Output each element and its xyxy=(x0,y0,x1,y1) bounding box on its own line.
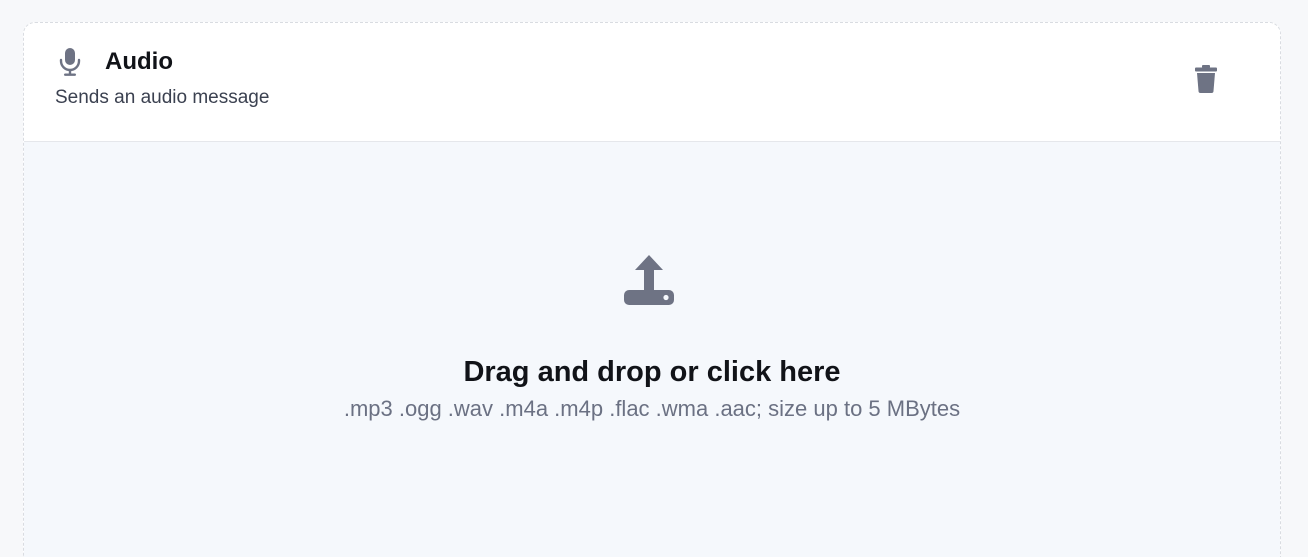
delete-button[interactable] xyxy=(1188,63,1224,99)
block-title: Audio xyxy=(105,48,173,75)
trash-icon xyxy=(1194,64,1218,98)
audio-block-card: Audio Sends an audio message Drag and dr… xyxy=(23,22,1281,557)
block-subtitle: Sends an audio message xyxy=(55,87,270,108)
upload-icon xyxy=(623,253,675,305)
dropzone-hint: .mp3 .ogg .wav .m4a .m4p .flac .wma .aac… xyxy=(343,396,961,421)
microphone-icon xyxy=(58,48,82,76)
audio-block-header: Audio Sends an audio message xyxy=(24,23,1280,142)
dropzone-title: Drag and drop or click here xyxy=(463,356,841,388)
audio-upload-dropzone[interactable]: Drag and drop or click here .mp3 .ogg .w… xyxy=(24,142,1280,557)
